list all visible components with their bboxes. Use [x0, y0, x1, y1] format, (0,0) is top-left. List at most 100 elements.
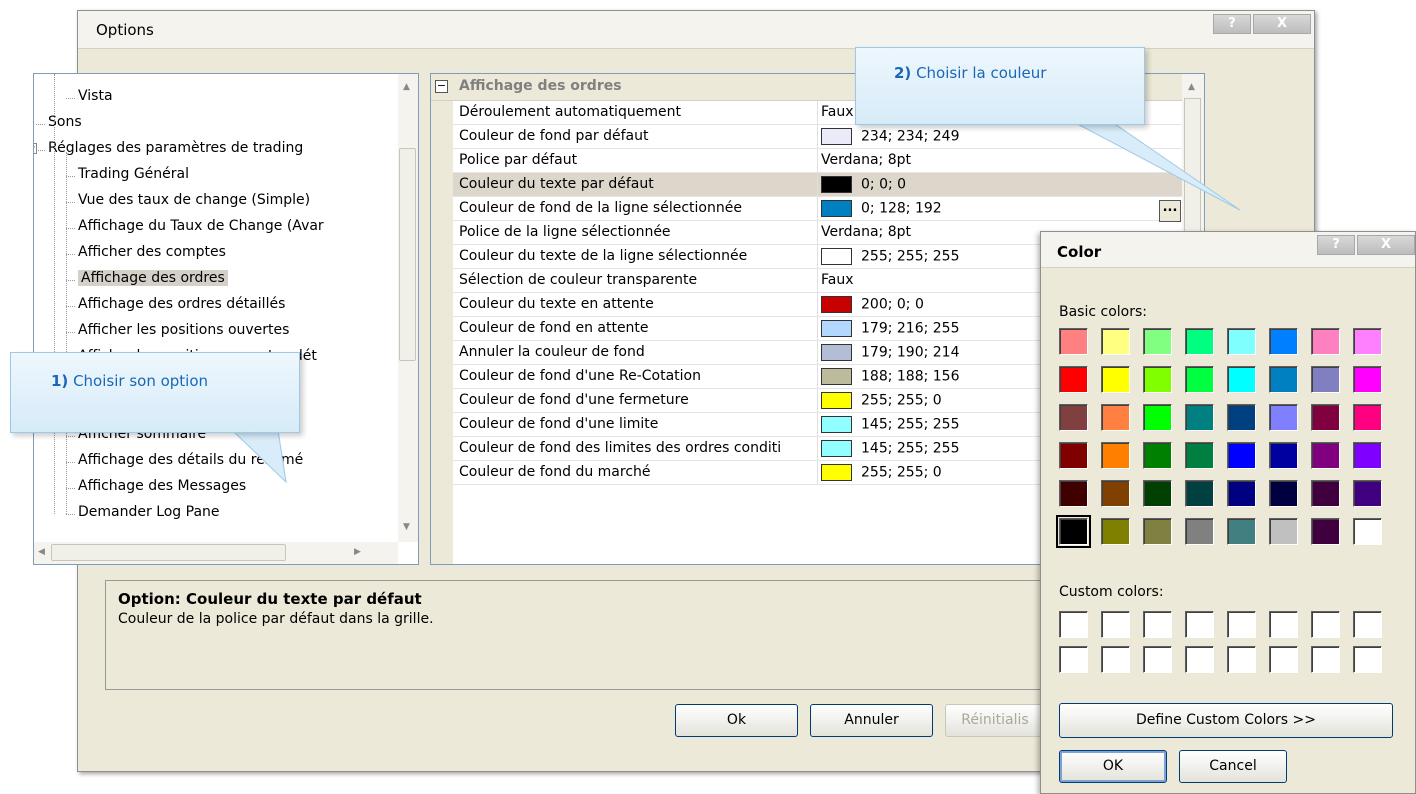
- custom-color-swatch[interactable]: [1227, 646, 1256, 673]
- scroll-left-arrow-icon[interactable]: ◀: [38, 547, 45, 557]
- basic-color-swatch[interactable]: [1185, 442, 1214, 469]
- custom-color-swatch[interactable]: [1227, 611, 1256, 638]
- basic-color-swatch[interactable]: [1101, 518, 1130, 545]
- basic-color-swatch[interactable]: [1269, 404, 1298, 431]
- basic-color-swatch[interactable]: [1185, 404, 1214, 431]
- color-picker-ellipsis-button[interactable]: ...: [1159, 200, 1181, 222]
- tree-item[interactable]: Affichage des ordres détaillés: [78, 296, 285, 312]
- basic-color-swatch[interactable]: [1227, 366, 1256, 393]
- basic-color-swatch[interactable]: [1059, 480, 1088, 507]
- grid-row-value-cell[interactable]: 179; 190; 214: [821, 344, 960, 361]
- tree-collapse-icon[interactable]: −: [34, 143, 37, 154]
- tree-vertical-scrollbar[interactable]: ▲ ▼: [398, 74, 418, 542]
- tree-hscroll-thumb[interactable]: [51, 544, 286, 561]
- grid-row[interactable]: Couleur de fond par défaut 234; 234; 249: [453, 125, 1183, 149]
- custom-color-swatch[interactable]: [1101, 646, 1130, 673]
- basic-color-swatch[interactable]: [1311, 366, 1340, 393]
- tree-horizontal-scrollbar[interactable]: ◀ ▶: [34, 542, 398, 564]
- reset-button[interactable]: Réinitialis: [945, 704, 1045, 737]
- options-title-bar[interactable]: Options ? X: [78, 11, 1314, 49]
- basic-color-swatch[interactable]: [1353, 518, 1382, 545]
- grid-row-value-cell[interactable]: 145; 255; 255: [821, 416, 960, 433]
- grid-row-value-cell[interactable]: Faux: [821, 272, 854, 288]
- color-close-button[interactable]: X: [1357, 235, 1415, 255]
- tree-item[interactable]: Affichage des ordres: [78, 270, 228, 286]
- color-cancel-button[interactable]: Cancel: [1179, 750, 1287, 783]
- basic-color-swatch[interactable]: [1059, 366, 1088, 393]
- tree-item[interactable]: Affichage du Taux de Change (Avar: [78, 218, 324, 234]
- basic-color-swatch[interactable]: [1143, 518, 1172, 545]
- basic-color-swatch[interactable]: [1227, 480, 1256, 507]
- tree-item[interactable]: Affichage des Messages: [78, 478, 246, 494]
- close-button[interactable]: X: [1253, 14, 1311, 34]
- grid-row-value-cell[interactable]: 255; 255; 255: [821, 248, 960, 265]
- tree-item[interactable]: Vue des taux de change (Simple): [78, 192, 310, 208]
- tree-item[interactable]: Réglages des paramètres de trading: [48, 140, 303, 156]
- basic-color-swatch[interactable]: [1143, 442, 1172, 469]
- custom-color-swatch[interactable]: [1311, 611, 1340, 638]
- custom-color-swatch[interactable]: [1353, 611, 1382, 638]
- grid-row-value-cell[interactable]: 255; 255; 0: [821, 464, 942, 481]
- basic-color-swatch[interactable]: [1353, 442, 1382, 469]
- basic-color-swatch[interactable]: [1143, 328, 1172, 355]
- color-help-button[interactable]: ?: [1317, 235, 1355, 255]
- grid-row-value-cell[interactable]: 234; 234; 249: [821, 128, 960, 145]
- basic-color-swatch[interactable]: [1269, 442, 1298, 469]
- basic-color-swatch[interactable]: [1185, 328, 1214, 355]
- basic-color-swatch[interactable]: [1101, 442, 1130, 469]
- basic-color-swatch[interactable]: [1101, 404, 1130, 431]
- basic-color-swatch[interactable]: [1101, 366, 1130, 393]
- grid-row-value-cell[interactable]: 200; 0; 0: [821, 296, 924, 313]
- tree-item[interactable]: Trading Général: [78, 166, 189, 182]
- grid-row[interactable]: Couleur de fond de la ligne sélectionnée…: [453, 197, 1183, 221]
- color-title-bar[interactable]: Color ? X: [1041, 232, 1415, 268]
- custom-color-swatch[interactable]: [1311, 646, 1340, 673]
- scroll-down-arrow-icon[interactable]: ▼: [403, 522, 410, 532]
- scroll-up-arrow-icon[interactable]: ▲: [403, 82, 410, 92]
- basic-color-swatch[interactable]: [1269, 518, 1298, 545]
- custom-color-swatch[interactable]: [1059, 611, 1088, 638]
- scroll-up-arrow-icon[interactable]: ▲: [1188, 82, 1195, 92]
- basic-color-swatch[interactable]: [1227, 518, 1256, 545]
- basic-color-swatch[interactable]: [1101, 480, 1130, 507]
- custom-color-swatch[interactable]: [1143, 611, 1172, 638]
- custom-color-swatch[interactable]: [1269, 646, 1298, 673]
- basic-color-swatch[interactable]: [1311, 442, 1340, 469]
- basic-color-swatch[interactable]: [1311, 328, 1340, 355]
- basic-color-swatch[interactable]: [1269, 480, 1298, 507]
- basic-color-swatch[interactable]: [1227, 442, 1256, 469]
- custom-color-swatch[interactable]: [1185, 611, 1214, 638]
- grid-row[interactable]: Police par défaut Verdana; 8pt: [453, 149, 1183, 173]
- cancel-button[interactable]: Annuler: [810, 704, 933, 737]
- color-ok-button[interactable]: OK: [1059, 750, 1167, 783]
- tree-item[interactable]: Afficher les positions ouvertes: [78, 322, 289, 338]
- grid-row-value-cell[interactable]: Verdana; 8pt: [821, 152, 911, 168]
- tree-scroll-thumb[interactable]: [399, 148, 416, 361]
- custom-color-swatch[interactable]: [1353, 646, 1382, 673]
- tree-item[interactable]: Vista: [78, 88, 113, 104]
- basic-color-swatch[interactable]: [1056, 515, 1091, 548]
- basic-color-swatch[interactable]: [1227, 404, 1256, 431]
- basic-color-swatch[interactable]: [1269, 366, 1298, 393]
- tree-item[interactable]: Demander Log Pane: [78, 504, 220, 520]
- tree-item[interactable]: Affichage des détails du résumé: [78, 452, 303, 468]
- grid-row-value-cell[interactable]: 0; 128; 192: [821, 200, 942, 217]
- custom-color-swatch[interactable]: [1059, 646, 1088, 673]
- basic-color-swatch[interactable]: [1311, 404, 1340, 431]
- basic-color-swatch[interactable]: [1185, 480, 1214, 507]
- ok-button[interactable]: Ok: [675, 704, 798, 737]
- basic-color-swatch[interactable]: [1353, 404, 1382, 431]
- grid-row-value-cell[interactable]: 179; 216; 255: [821, 320, 960, 337]
- scroll-right-arrow-icon[interactable]: ▶: [354, 547, 361, 557]
- grid-row-value-cell[interactable]: 188; 188; 156: [821, 368, 960, 385]
- basic-color-swatch[interactable]: [1185, 366, 1214, 393]
- collapse-icon[interactable]: −: [435, 80, 448, 93]
- custom-color-swatch[interactable]: [1101, 611, 1130, 638]
- basic-color-swatch[interactable]: [1311, 480, 1340, 507]
- basic-color-swatch[interactable]: [1059, 404, 1088, 431]
- grid-row-value-cell[interactable]: Faux: [821, 104, 854, 120]
- custom-color-swatch[interactable]: [1185, 646, 1214, 673]
- custom-color-swatch[interactable]: [1143, 646, 1172, 673]
- basic-color-swatch[interactable]: [1185, 518, 1214, 545]
- help-button[interactable]: ?: [1213, 14, 1251, 34]
